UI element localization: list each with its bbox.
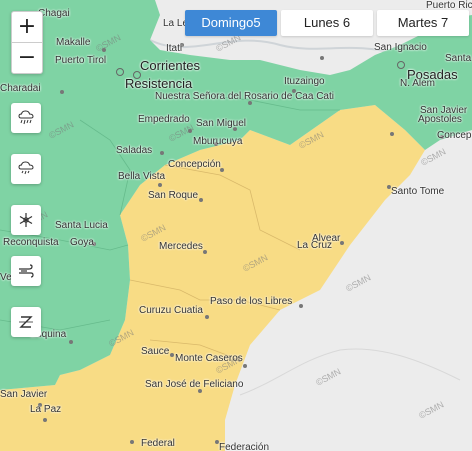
- city-marker: [243, 364, 247, 368]
- place-label-curuzu-cuatia: Curuzu Cuatia: [139, 305, 203, 316]
- place-label-bella-vista: Bella Vista: [118, 171, 166, 182]
- place-label-saladas: Saladas: [116, 145, 153, 156]
- tab-domingo[interactable]: Domingo5: [185, 10, 277, 36]
- city-marker: [299, 304, 303, 308]
- place-label-mercedes: Mercedes: [159, 241, 203, 252]
- city-marker: [397, 61, 405, 69]
- place-label-charadai: Charadai: [0, 83, 41, 94]
- zonda-filter-button[interactable]: [11, 307, 41, 337]
- place-label-federal: Federal: [141, 438, 175, 449]
- place-label-santa-lucia: Santa Lucia: [55, 220, 108, 231]
- snow-icon: [19, 213, 33, 227]
- place-label-concepcion: Concepción: [168, 159, 221, 170]
- place-label-reconquista: Reconquista: [3, 237, 59, 248]
- zonda-icon: [19, 316, 33, 328]
- place-label-la-cruz: La Cruz: [297, 240, 333, 251]
- place-label-san-javier-south: San Javier: [0, 389, 48, 400]
- zoom-control: + −: [11, 11, 43, 74]
- city-marker: [320, 56, 324, 60]
- tab-martes[interactable]: Martes 7: [377, 10, 469, 36]
- place-label-san-roque: San Roque: [148, 190, 199, 201]
- city-marker: [158, 183, 162, 187]
- city-marker: [69, 340, 73, 344]
- city-marker: [116, 68, 124, 76]
- place-label-makalle: Makalle: [56, 37, 91, 48]
- city-marker: [340, 241, 344, 245]
- place-label-federacion: Federación: [219, 442, 270, 451]
- place-label-santo-tome: Santo Tome: [391, 186, 445, 197]
- city-marker: [43, 418, 47, 422]
- place-label-nuestra-senora: Nuestra Señora del Rosario de Caa Cati: [155, 91, 334, 102]
- weather-alert-map[interactable]: Chagai La Leone Puerto Ric Makalle Puert…: [0, 0, 472, 451]
- place-label-mburucuya: Mburucuya: [193, 136, 243, 147]
- place-label-concepcion-ne: Concep: [437, 130, 472, 141]
- place-label-san-ignacio: San Ignacio: [374, 42, 427, 53]
- storm-filter-button[interactable]: [11, 154, 41, 184]
- place-label-santa-ana: Santa A: [445, 53, 472, 64]
- wind-icon: [19, 264, 34, 278]
- place-label-la-paz: La Paz: [30, 404, 62, 415]
- city-marker: [390, 132, 394, 136]
- city-marker: [160, 151, 164, 155]
- city-marker: [205, 315, 209, 319]
- city-marker: [130, 440, 134, 444]
- place-label-resistencia: Resistencia: [125, 76, 193, 91]
- place-label-san-miguel: San Miguel: [196, 118, 247, 129]
- wind-filter-button[interactable]: [11, 256, 41, 286]
- place-label-sauce: Sauce: [141, 346, 170, 357]
- city-marker: [60, 90, 64, 94]
- day-tabs: Domingo5 Lunes 6 Martes 7: [185, 10, 469, 36]
- storm-icon: [18, 161, 34, 175]
- place-label-ituzaingo: Ituzaingo: [284, 76, 325, 87]
- place-label-empedrado: Empedrado: [138, 114, 190, 125]
- tab-lunes[interactable]: Lunes 6: [281, 10, 373, 36]
- rain-icon: [18, 110, 34, 125]
- place-label-corrientes: Corrientes: [140, 58, 200, 73]
- snow-filter-button[interactable]: [11, 205, 41, 235]
- place-label-itati: Itati: [166, 43, 183, 54]
- place-label-apostoles: Apostoles: [418, 114, 462, 125]
- zoom-in-button[interactable]: +: [12, 12, 42, 42]
- place-label-goya: Goya: [70, 237, 94, 248]
- city-marker: [199, 198, 203, 202]
- rain-filter-button[interactable]: [11, 103, 41, 133]
- city-marker: [203, 250, 207, 254]
- city-marker: [170, 353, 174, 357]
- place-label-san-jose-de-feliciano: San José de Feliciano: [145, 379, 244, 390]
- place-label-puerto-tirol: Puerto Tirol: [55, 55, 107, 66]
- place-label-paso-de-los-libres: Paso de los Libres: [210, 296, 293, 307]
- place-label-n-alem: N. Alem: [400, 78, 436, 89]
- zoom-out-button[interactable]: −: [12, 42, 42, 73]
